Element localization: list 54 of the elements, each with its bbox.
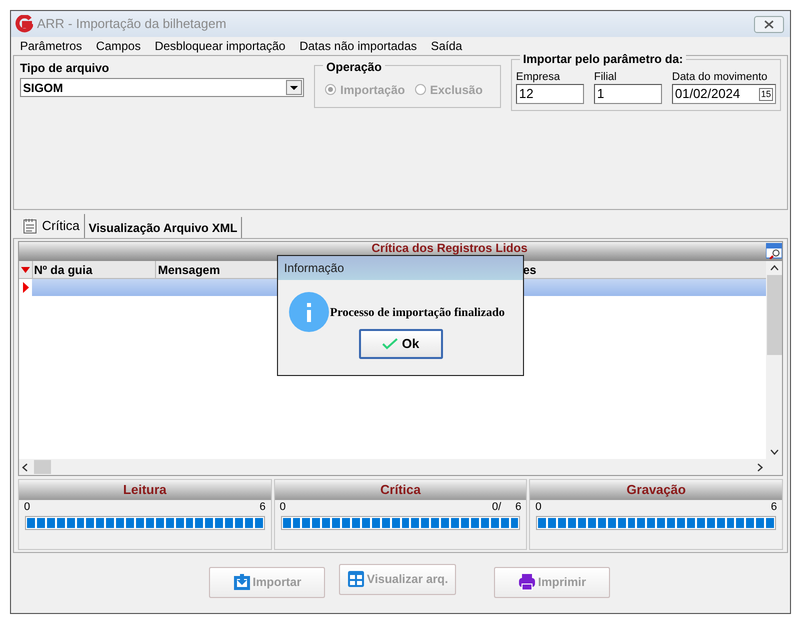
scroll-thumb[interactable]	[34, 460, 51, 474]
vertical-scrollbar[interactable]	[766, 261, 782, 475]
menu-item[interactable]: Parâmetros	[20, 37, 82, 55]
column-header[interactable]: Nº da guia	[32, 261, 155, 278]
menu-item[interactable]: Desbloquear importação	[154, 37, 286, 55]
text-field[interactable]: 01/02/2024 15	[672, 84, 776, 104]
row-pointer-icon	[22, 282, 28, 293]
scroll-thumb[interactable]	[766, 275, 782, 355]
grid-icon	[346, 570, 365, 588]
menu-item[interactable]: Saída	[430, 37, 462, 55]
ok-button[interactable]: Ok	[358, 329, 442, 359]
tab[interactable]: Visualização Arquivo XML	[84, 217, 242, 238]
calendar-button[interactable]: 15	[758, 88, 773, 100]
dialog-title: Informação	[284, 260, 344, 277]
app-logo-icon	[15, 15, 33, 33]
max-value: 6	[770, 500, 778, 516]
scroll-up-icon[interactable]	[770, 265, 778, 271]
grid-title: Crítica dos Registros Lidos	[371, 242, 528, 254]
column-header[interactable]: es	[523, 261, 766, 278]
close-button[interactable]	[754, 16, 784, 32]
dropdown-arrow-icon	[290, 86, 298, 90]
min-value: 0	[535, 500, 542, 516]
horizontal-scrollbar[interactable]	[19, 459, 766, 475]
text-field[interactable]: 12	[516, 84, 584, 104]
panel-title: Gravação	[626, 481, 686, 500]
printer-icon	[518, 573, 536, 591]
sort-arrow-icon	[21, 266, 30, 272]
file-type-dropdown[interactable]: SIGOM	[20, 78, 304, 97]
close-icon	[764, 20, 774, 28]
max-value: 6	[260, 500, 266, 516]
min-value: 0	[280, 500, 286, 516]
menu-item[interactable]: Campos	[96, 37, 141, 55]
panel-title: Leitura	[123, 481, 166, 500]
scroll-left-icon[interactable]	[22, 462, 28, 472]
scroll-right-icon[interactable]	[757, 462, 763, 472]
text-field[interactable]: 1	[594, 84, 662, 104]
field-label: Filial	[594, 71, 618, 84]
checkmark-icon	[382, 338, 398, 350]
menu-item[interactable]: Datas não importadas	[299, 37, 417, 55]
info-icon	[289, 292, 329, 332]
download-icon	[232, 573, 251, 591]
current-value: 0/	[492, 500, 502, 516]
dialog-message: Processo de importação finalizado	[330, 304, 505, 321]
notepad-icon	[22, 218, 38, 234]
field-label: Empresa	[516, 71, 562, 84]
max-value: 6	[515, 500, 522, 516]
panel-title: Crítica	[380, 481, 421, 500]
group-label: Importar pelo parâmetro da:	[520, 53, 686, 66]
grid-search-icon[interactable]	[766, 243, 782, 259]
window-title: ARR - Importação da bilhetagem	[37, 15, 228, 34]
scroll-down-icon[interactable]	[770, 449, 778, 455]
field-label: Data do movimento	[672, 71, 768, 84]
field-label: Tipo de arquivo	[20, 60, 110, 77]
min-value: 0	[24, 500, 30, 516]
